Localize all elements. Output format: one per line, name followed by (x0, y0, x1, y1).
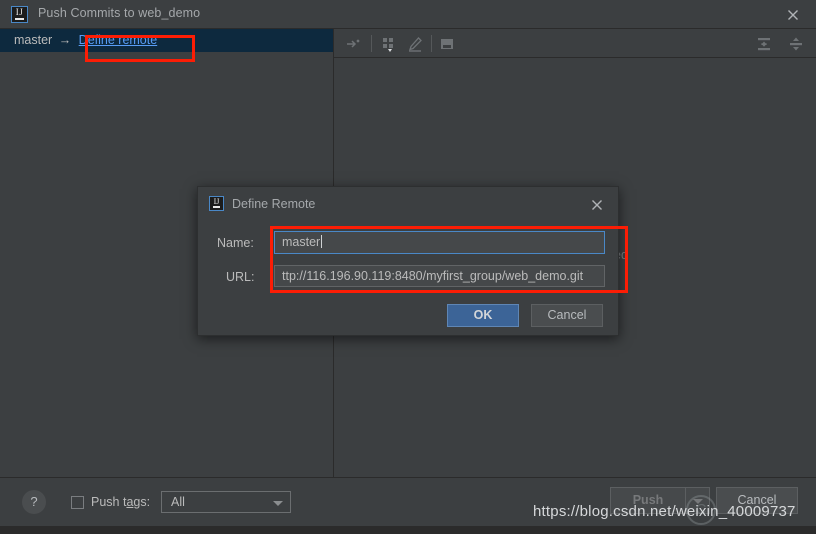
push-tags-select-value: All (171, 495, 185, 509)
url-field-label: URL: (226, 270, 255, 284)
chevron-down-icon (273, 501, 283, 506)
define-remote-link[interactable]: Define remote (79, 33, 158, 47)
text-caret (321, 235, 323, 248)
push-tags-label-post: gs: (133, 495, 151, 509)
dialog-cancel-button[interactable]: Cancel (531, 304, 603, 327)
toolbar-separator (371, 35, 372, 52)
edit-pencil-icon[interactable] (406, 35, 424, 53)
source-branch-label: master (14, 33, 53, 47)
push-commits-dialog: IJ Push Commits to web_demo master → Def… (0, 0, 816, 534)
push-tags-label-pre: Push t (91, 495, 127, 509)
close-icon[interactable] (589, 197, 605, 213)
url-input-value: ttp://116.196.90.119:8480/myfirst_group/… (282, 269, 584, 283)
intellij-logo-icon: IJ (209, 196, 224, 211)
diff-view-icon[interactable] (438, 35, 456, 53)
modal-logo-text: IJ (213, 197, 220, 206)
push-tags-select[interactable]: All (161, 491, 291, 513)
window-titlebar: IJ Push Commits to web_demo (0, 0, 816, 29)
name-field-label: Name: (217, 236, 254, 250)
push-tags-label: Push tags: (91, 495, 150, 509)
commit-toolbar (334, 29, 816, 58)
watermark-text: https://blog.csdn.net/weixin_40009737 (533, 503, 796, 520)
ok-button[interactable]: OK (447, 304, 519, 327)
name-input-value: master (282, 235, 321, 249)
url-input[interactable]: ttp://116.196.90.119:8480/myfirst_group/… (274, 265, 605, 287)
intellij-logo-bar (15, 18, 24, 20)
toolbar-separator-2 (431, 35, 432, 52)
collapse-arrow-icon[interactable] (344, 35, 362, 53)
intellij-logo-text: IJ (15, 7, 24, 17)
name-input[interactable]: master (274, 231, 605, 254)
expand-all-icon[interactable] (755, 35, 773, 53)
push-tags-checkbox[interactable] (71, 496, 84, 509)
intellij-logo-icon: IJ (11, 6, 28, 23)
modal-logo-bar (213, 206, 220, 208)
window-bottom-edge (0, 526, 816, 534)
close-icon[interactable] (784, 6, 802, 24)
branch-row[interactable]: master → Define remote (0, 29, 333, 52)
collapse-all-icon[interactable] (787, 35, 805, 53)
branch-arrow-icon: → (58, 33, 72, 47)
grid-dropdown-icon[interactable] (380, 35, 398, 53)
define-remote-title: Define Remote (232, 197, 316, 211)
help-button[interactable]: ? (22, 490, 46, 514)
window-title: Push Commits to web_demo (38, 6, 201, 20)
